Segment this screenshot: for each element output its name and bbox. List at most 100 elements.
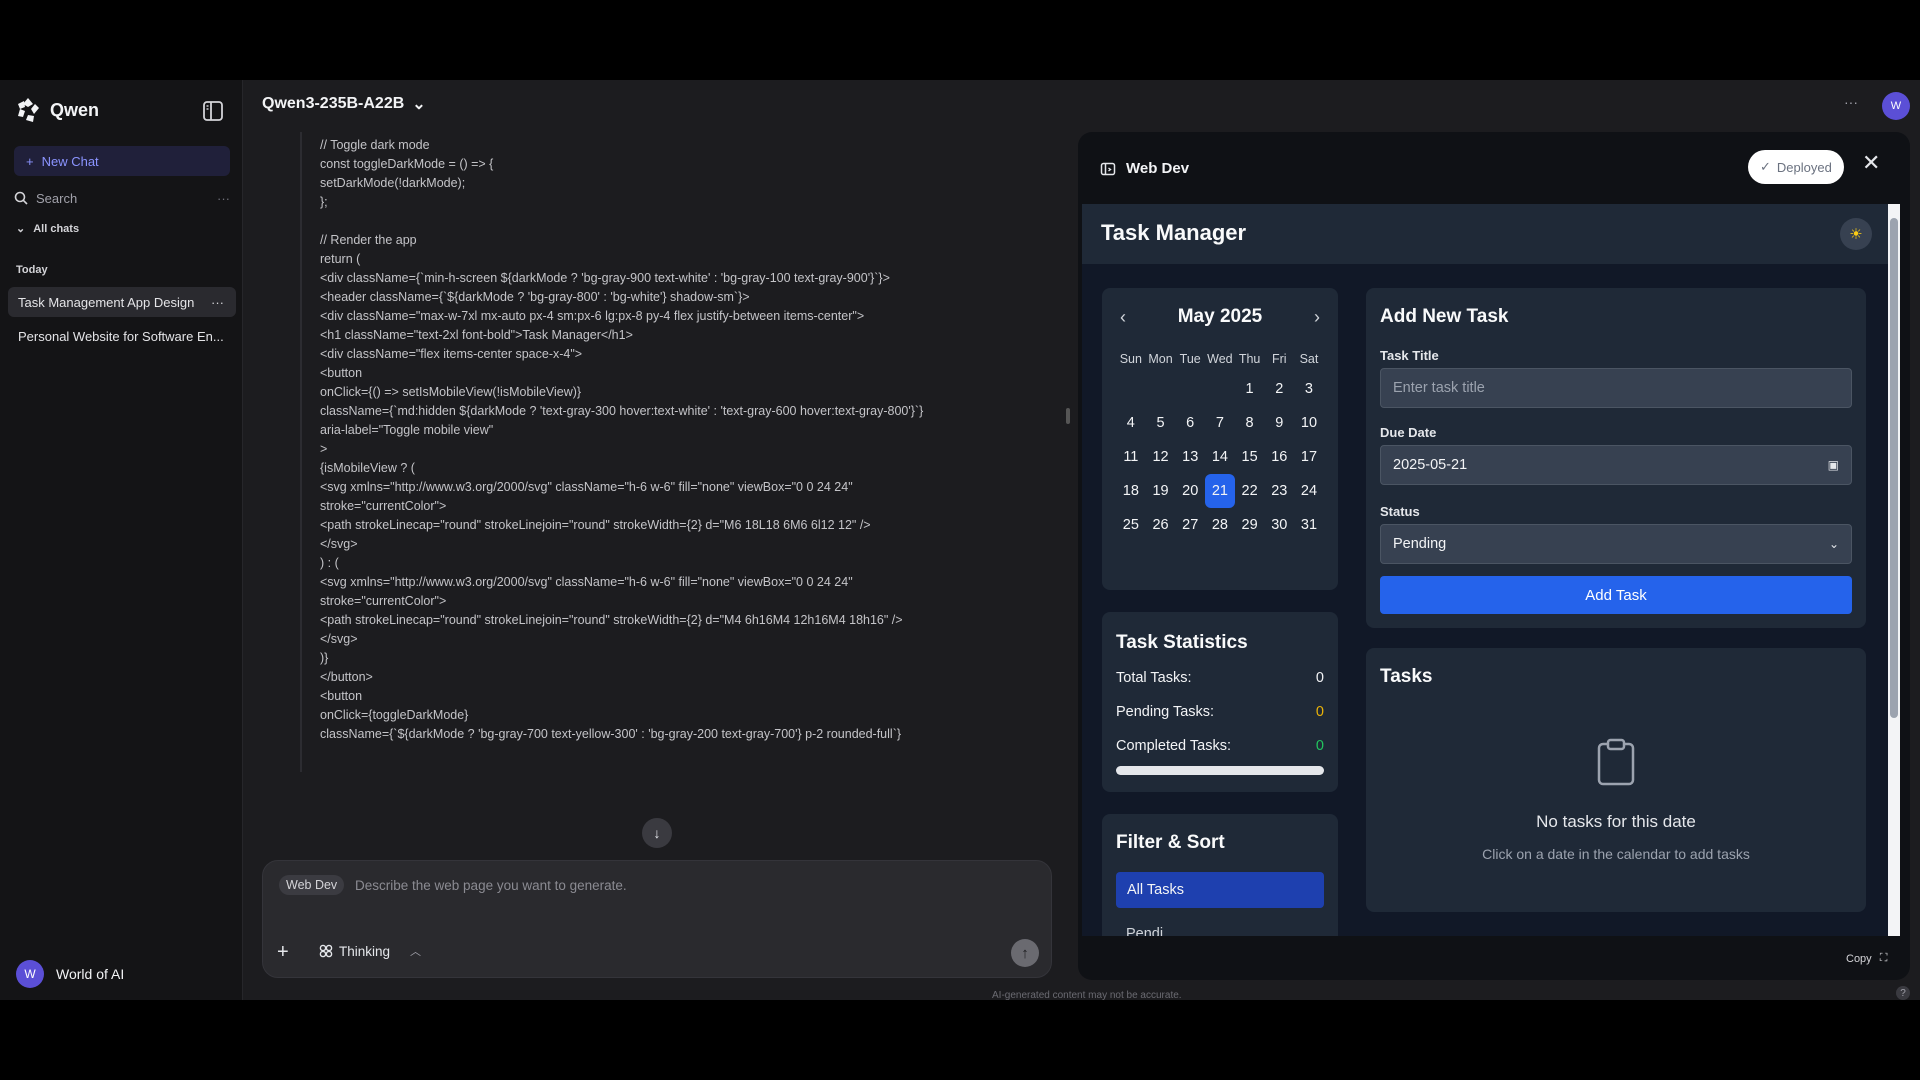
deployed-button[interactable]: ✓ Deployed: [1748, 150, 1844, 184]
chevron-up-icon: ︿: [410, 946, 422, 958]
search-label: Search: [36, 190, 78, 206]
calendar-icon[interactable]: ▣: [1828, 458, 1839, 472]
code-line: };: [320, 195, 328, 209]
weekday-label: Sat: [1299, 352, 1319, 366]
calendar-day[interactable]: 20: [1175, 483, 1205, 499]
user-profile[interactable]: W World of AI: [16, 960, 124, 988]
calendar-day[interactable]: 15: [1235, 449, 1265, 465]
thinking-toggle[interactable]: Thinking ︿: [319, 943, 421, 959]
stat-completed: Completed Tasks: 0: [1116, 738, 1324, 754]
letterbox-bottom: [0, 1000, 1920, 1080]
calendar-day[interactable]: 17: [1294, 449, 1324, 465]
add-task-button[interactable]: Add Task: [1380, 576, 1852, 614]
search-more-icon[interactable]: ···: [217, 191, 230, 206]
filter-title: Filter & Sort: [1116, 832, 1225, 853]
preview-scrollbar[interactable]: [1888, 204, 1900, 936]
code-line: <path strokeLinecap="round" strokeLinejo…: [320, 518, 871, 532]
code-line: ) : (: [320, 556, 339, 570]
app-preview: Task Manager ☀ ‹ May 2025 › Sun Mon Tue Wed…: [1082, 204, 1890, 936]
search-row[interactable]: Search ···: [14, 186, 230, 210]
calendar-day[interactable]: 25: [1116, 517, 1146, 533]
code-line: </svg>: [320, 632, 358, 646]
calendar-day[interactable]: 11: [1116, 449, 1146, 465]
code-line: onClick={() => setIsMobileView(!isMobile…: [320, 385, 582, 399]
code-line: </svg>: [320, 537, 358, 551]
prompt-input[interactable]: [355, 873, 995, 897]
code-line: setDarkMode(!darkMode);: [320, 176, 466, 190]
calendar-day[interactable]: 9: [1264, 415, 1294, 431]
calendar-day[interactable]: 5: [1146, 415, 1176, 431]
theme-toggle-button[interactable]: ☀: [1840, 218, 1872, 250]
calendar-day[interactable]: 18: [1116, 483, 1146, 499]
calendar-day[interactable]: 24: [1294, 483, 1324, 499]
calendar-day[interactable]: 3: [1294, 381, 1324, 397]
scroll-down-button[interactable]: ↓: [642, 818, 672, 848]
chat-item-label: Personal Website for Software En...: [18, 328, 224, 344]
status-select[interactable]: Pending ⌄: [1380, 524, 1852, 564]
thinking-label: Thinking: [339, 943, 391, 959]
sidebar-toggle-icon[interactable]: [202, 100, 224, 122]
chat-item-label: Task Management App Design: [18, 294, 195, 310]
header-avatar[interactable]: W: [1882, 92, 1910, 120]
help-icon[interactable]: ?: [1896, 986, 1910, 1000]
code-line: const toggleDarkMode = () => {: [320, 157, 494, 171]
calendar-day[interactable]: 28: [1205, 517, 1235, 533]
calendar-day[interactable]: 22: [1235, 483, 1265, 499]
more-options-icon[interactable]: ···: [1844, 94, 1858, 110]
calendar-day[interactable]: 12: [1146, 449, 1176, 465]
calendar-day[interactable]: 23: [1264, 483, 1294, 499]
calendar-day[interactable]: 2: [1264, 381, 1294, 397]
calendar-day[interactable]: 10: [1294, 415, 1324, 431]
calendar-day[interactable]: 29: [1235, 517, 1265, 533]
calendar-day[interactable]: 16: [1264, 449, 1294, 465]
copy-button[interactable]: Copy ⛶: [1846, 952, 1887, 965]
web-dev-icon: [1100, 162, 1116, 175]
calendar-day[interactable]: 4: [1116, 415, 1146, 431]
add-task-title: Add New Task: [1380, 306, 1509, 327]
chat-item[interactable]: Personal Website for Software En...: [8, 321, 236, 351]
calendar-grid: Sun Mon Tue Wed Thu Fri Sat 1 2 3 4 5 6 7 8 9 10 11 12 13 14…: [1116, 346, 1324, 542]
composer: Web Dev + Thinking ︿ ↑: [262, 860, 1052, 978]
close-icon[interactable]: ✕: [1862, 150, 1880, 176]
chevron-right-icon[interactable]: ›: [1314, 307, 1320, 328]
chevron-left-icon[interactable]: ‹: [1120, 307, 1126, 328]
code-line: >: [320, 442, 328, 456]
new-chat-button[interactable]: + New Chat: [14, 146, 230, 176]
send-button[interactable]: ↑: [1011, 939, 1039, 967]
calendar-day[interactable]: 21: [1205, 474, 1235, 508]
calendar-day[interactable]: 26: [1146, 517, 1176, 533]
filter-card: Filter & Sort All Tasks Pendi...: [1102, 814, 1338, 936]
chat-item[interactable]: Task Management App Design ···: [8, 287, 236, 317]
calendar-day[interactable]: 13: [1175, 449, 1205, 465]
calendar-day[interactable]: 30: [1264, 517, 1294, 533]
status-value: Pending: [1393, 536, 1447, 552]
check-icon: ✓: [1760, 159, 1771, 174]
plus-icon[interactable]: +: [277, 941, 289, 964]
code-line: // Toggle dark mode: [320, 138, 430, 152]
calendar-day[interactable]: 6: [1175, 415, 1205, 431]
statistics-card: Task Statistics Total Tasks: 0 Pending T…: [1102, 612, 1338, 792]
more-icon[interactable]: ···: [211, 295, 224, 310]
preview-scrollbar-thumb[interactable]: [1890, 218, 1898, 718]
code-line: <div className={`min-h-screen ${darkMode…: [320, 271, 890, 285]
all-chats-toggle[interactable]: ⌄ All chats: [16, 222, 79, 236]
calendar-day[interactable]: 1: [1235, 381, 1265, 397]
calendar-week: 11 12 13 14 15 16 17: [1116, 440, 1324, 474]
due-date-input[interactable]: 2025-05-21 ▣: [1380, 445, 1852, 485]
brand[interactable]: Qwen: [14, 96, 99, 124]
calendar-day[interactable]: 27: [1175, 517, 1205, 533]
sun-icon: ☀: [1849, 226, 1863, 243]
mode-tag[interactable]: Web Dev: [279, 875, 345, 895]
calendar-day[interactable]: 8: [1235, 415, 1265, 431]
filter-pending-button[interactable]: Pendi...: [1126, 926, 1175, 936]
calendar-day[interactable]: 7: [1205, 415, 1235, 431]
disclaimer: AI-generated content may not be accurate…: [992, 990, 1182, 1000]
calendar-day[interactable]: 19: [1146, 483, 1176, 499]
model-selector[interactable]: Qwen3-235B-A22B ⌄: [262, 94, 426, 114]
new-chat-label: New Chat: [41, 153, 99, 169]
task-title-input[interactable]: [1380, 368, 1852, 408]
filter-all-tasks-button[interactable]: All Tasks: [1116, 872, 1324, 908]
scrollbar[interactable]: [1066, 408, 1070, 424]
calendar-day[interactable]: 14: [1205, 449, 1235, 465]
calendar-day[interactable]: 31: [1294, 517, 1324, 533]
